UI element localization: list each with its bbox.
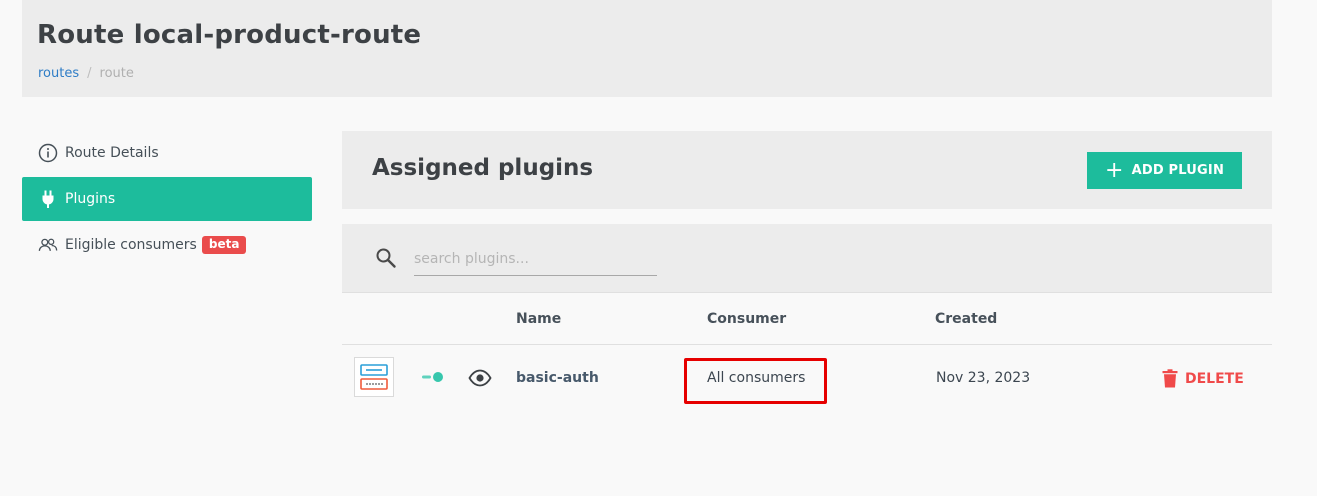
breadcrumb-routes-link[interactable]: routes xyxy=(38,66,79,81)
eye-icon[interactable] xyxy=(468,369,492,391)
add-plugin-label: ADD PLUGIN xyxy=(1131,163,1225,178)
search-bar xyxy=(342,224,1272,292)
breadcrumb-separator: / xyxy=(87,66,92,81)
table-header: Name Consumer Created xyxy=(342,292,1272,345)
basic-auth-plugin-icon xyxy=(354,357,394,397)
plugins-table: Name Consumer Created basic-auth All con… xyxy=(342,292,1272,413)
sidebar-item-label: Plugins xyxy=(65,191,116,207)
table-row: basic-auth All consumers Nov 23, 2023 DE… xyxy=(342,345,1272,413)
delete-label: DELETE xyxy=(1185,370,1244,387)
assigned-plugins-header: Assigned plugins + ADD PLUGIN xyxy=(342,131,1272,209)
sidebar-item-route-details[interactable]: Route Details xyxy=(22,131,312,175)
page-header: Route local-product-route routes / route xyxy=(22,0,1272,97)
panel-title: Assigned plugins xyxy=(372,155,594,181)
sidebar-item-eligible-consumers[interactable]: Eligible consumers beta xyxy=(22,223,312,267)
column-header-name[interactable]: Name xyxy=(516,311,561,327)
search-icon xyxy=(375,247,397,273)
trash-icon xyxy=(1162,369,1178,388)
plugin-enabled-toggle-icon[interactable] xyxy=(422,371,444,387)
column-header-consumer[interactable]: Consumer xyxy=(707,311,786,327)
users-icon xyxy=(38,235,58,255)
breadcrumb-current: route xyxy=(99,66,134,81)
delete-plugin-button[interactable]: DELETE xyxy=(1162,369,1244,388)
plus-icon: + xyxy=(1104,157,1124,183)
beta-badge: beta xyxy=(201,236,247,254)
sidebar-item-label: Eligible consumers xyxy=(65,237,197,253)
plugin-created-date: Nov 23, 2023 xyxy=(936,370,1031,386)
plug-icon xyxy=(38,189,58,209)
sidebar-item-plugins[interactable]: Plugins xyxy=(22,177,312,221)
sidebar-item-label: Route Details xyxy=(65,145,159,161)
search-input[interactable] xyxy=(414,243,657,276)
plugin-name-link[interactable]: basic-auth xyxy=(516,370,599,386)
plugin-consumer: All consumers xyxy=(707,370,806,386)
sidebar: Route Details Plugins Eligible consumers… xyxy=(22,131,312,269)
add-plugin-button[interactable]: + ADD PLUGIN xyxy=(1087,152,1242,189)
breadcrumb: routes / route xyxy=(38,66,134,81)
info-icon xyxy=(38,143,58,163)
page-title: Route local-product-route xyxy=(37,20,422,50)
column-header-created[interactable]: Created xyxy=(935,311,997,327)
